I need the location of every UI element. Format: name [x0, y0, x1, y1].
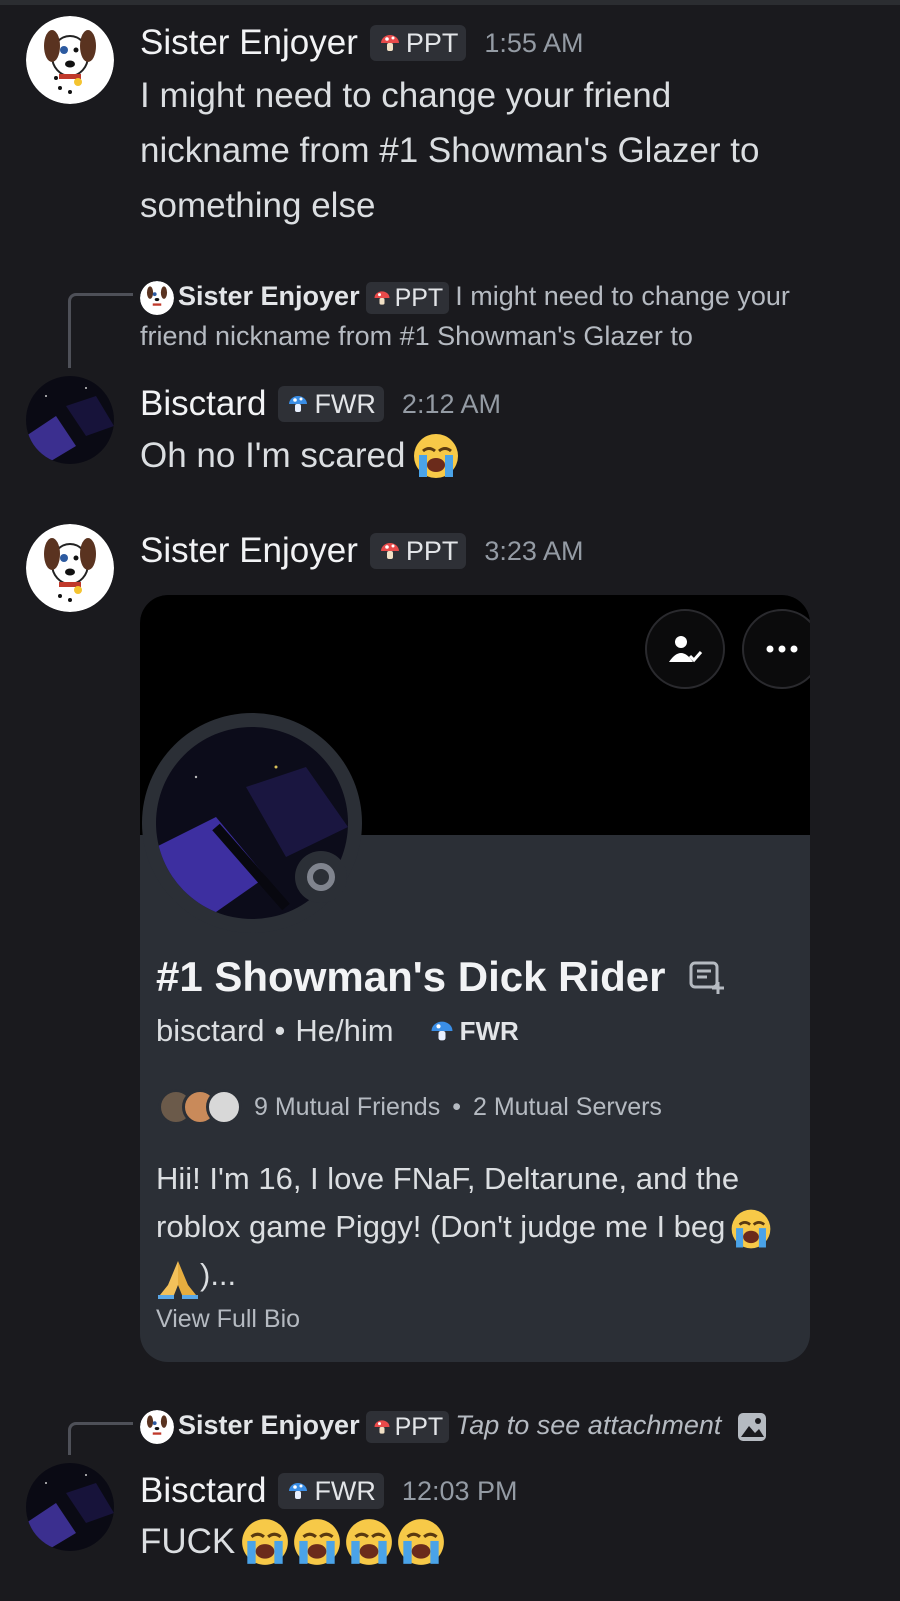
avatar-sister-enjoyer[interactable]: [26, 16, 114, 104]
profile-card-image[interactable]: #1 Showman's Dick Rider bisctard • He/hi…: [140, 595, 810, 1362]
mutuals-row: 9 Mutual Friends • 2 Mutual Servers: [158, 1089, 662, 1125]
message-header: Sister Enjoyer PPT 3:23 AM: [140, 530, 583, 572]
author-name[interactable]: Sister Enjoyer: [140, 23, 358, 63]
message-header: Sister Enjoyer PPT 1:55 AM: [140, 22, 583, 64]
mushroom-icon: [289, 1483, 308, 1499]
clan-tag[interactable]: PPT: [369, 25, 467, 61]
message-line: Oh no I'm scared: [140, 436, 406, 475]
reply-clan-tag: PPT: [365, 1410, 450, 1443]
mushroom-icon: [374, 1420, 390, 1434]
clan-tag[interactable]: FWR: [278, 386, 384, 422]
reply-spine: [68, 1422, 133, 1455]
profile-handle-row: bisctard • He/him FWR: [156, 1013, 519, 1049]
loudly-crying-emoji: [242, 1518, 289, 1565]
message-line: FUCK: [140, 1522, 236, 1561]
view-full-bio-link: View Full Bio: [156, 1305, 301, 1333]
message-line: nickname from #1 Showman's Glazer to: [140, 131, 760, 170]
loudly-crying-emoji: [294, 1518, 341, 1565]
profile-bio: Hii! I'm 16, I love FNaF, Deltarune, and…: [156, 1155, 796, 1299]
display-name-text: #1 Showman's Dick Rider: [156, 953, 666, 1000]
clan-tag[interactable]: FWR: [278, 1473, 384, 1509]
folded-hands-emoji: [158, 1260, 198, 1299]
clan-tag-label: FWR: [314, 388, 376, 419]
add-note-icon[interactable]: [688, 958, 726, 996]
message-text: FUCK: [140, 1514, 447, 1569]
author-name[interactable]: Bisctard: [140, 1471, 266, 1511]
profile-display-name: #1 Showman's Dick Rider: [156, 953, 726, 1001]
mushroom-icon: [374, 291, 390, 305]
reply-clan-tag-label: PPT: [394, 1412, 444, 1441]
clan-tag-label: PPT: [405, 27, 459, 58]
mushroom-icon: [431, 1021, 453, 1041]
loudly-crying-emoji: [732, 1209, 771, 1249]
reply-avatar: [140, 1409, 174, 1444]
clan-tag[interactable]: PPT: [369, 533, 467, 569]
timestamp: 2:12 AM: [401, 388, 501, 419]
timestamp: 3:23 AM: [484, 535, 584, 566]
reply-clan-tag: PPT: [365, 281, 450, 314]
message-text: I might need to change your friend nickn…: [140, 68, 759, 233]
avatar-bisctard[interactable]: [26, 1463, 114, 1551]
reply-spine: [68, 293, 133, 368]
loudly-crying-emoji: [346, 1518, 393, 1565]
profile-username: bisctard: [156, 1013, 265, 1048]
loudly-crying-emoji: [398, 1518, 445, 1565]
mutual-friends-link: 9 Mutual Friends: [254, 1092, 441, 1121]
reply-author: Sister Enjoyer: [178, 281, 360, 311]
author-name[interactable]: Bisctard: [140, 384, 266, 424]
separator-dot: •: [274, 1013, 286, 1048]
timestamp: 12:03 PM: [401, 1475, 518, 1506]
reply-clan-tag-label: PPT: [394, 283, 444, 312]
mushroom-icon: [380, 35, 399, 51]
bio-tail: )...: [200, 1257, 237, 1292]
emoji-row: [239, 1516, 447, 1568]
message-line: I might need to change your friend: [140, 76, 672, 115]
profile-pronouns: He/him: [295, 1013, 394, 1048]
avatar-bisctard[interactable]: [26, 376, 114, 464]
reply-avatar: [140, 280, 174, 315]
mushroom-icon: [289, 396, 308, 412]
reply-preview[interactable]: Sister Enjoyer PPT Tap to see attachment: [140, 1405, 860, 1445]
clan-tag-label: FWR: [314, 1475, 376, 1506]
loudly-crying-emoji: [414, 433, 459, 478]
status-indicator: [295, 851, 347, 903]
mutual-servers-link: 2 Mutual Servers: [472, 1092, 662, 1121]
timestamp: 1:55 AM: [484, 27, 584, 58]
reply-author: Sister Enjoyer: [178, 1410, 360, 1440]
reply-text: Tap to see attachment: [455, 1410, 722, 1440]
message-line: something else: [140, 186, 376, 225]
top-divider: [0, 0, 900, 5]
profile-clan-tag-label: FWR: [459, 1015, 519, 1046]
author-name[interactable]: Sister Enjoyer: [140, 531, 358, 571]
image-icon: [737, 1412, 766, 1441]
add-friend-button[interactable]: [645, 609, 725, 689]
message-header: Bisctard FWR 12:03 PM: [140, 1470, 518, 1512]
avatar-sister-enjoyer[interactable]: [26, 524, 114, 612]
bio-text: Hii! I'm 16, I love FNaF, Deltarune, and…: [156, 1161, 740, 1244]
profile-clan-tag: FWR: [428, 1016, 519, 1047]
more-options-icon: [766, 645, 798, 653]
message-header: Bisctard FWR 2:12 AM: [140, 383, 501, 425]
add-friend-icon: [669, 636, 703, 663]
clan-tag-label: PPT: [405, 535, 459, 566]
mutual-avatar: [206, 1089, 242, 1125]
mushroom-icon: [380, 543, 399, 559]
reply-preview[interactable]: Sister Enjoyer PPT I might need to change …: [140, 276, 860, 356]
message-text: Oh no I'm scared: [140, 428, 461, 483]
